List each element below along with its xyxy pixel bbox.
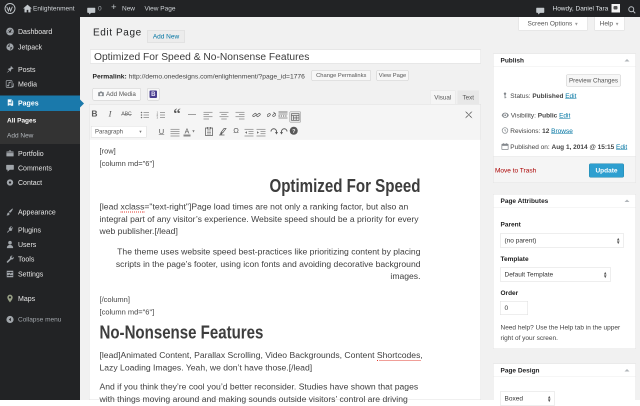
svg-text:3: 3	[157, 116, 159, 120]
